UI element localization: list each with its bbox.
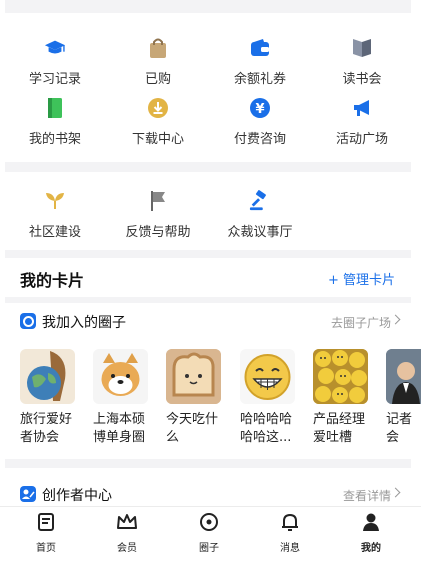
grid-item-community[interactable]: 社区建设	[7, 190, 103, 240]
grid-label: 我的书架	[28, 132, 81, 147]
person-icon	[360, 512, 382, 536]
circle-name: 产品经理爱吐槽	[313, 412, 366, 445]
circles-badge-icon	[20, 313, 36, 329]
grid-item-feedback[interactable]: 反馈与帮助	[110, 190, 206, 240]
circles-title: 我加入的圈子	[42, 315, 126, 331]
grid-label: 下载中心	[131, 132, 184, 147]
section-separator	[5, 297, 411, 303]
grid-label: 活动广场	[335, 132, 388, 147]
grid-item-balance[interactable]: 余额礼券	[212, 37, 308, 87]
grid-item-paid-consult[interactable]: ¥ 付费咨询	[212, 97, 308, 147]
grid-label: 学习记录	[28, 72, 81, 87]
section-separator	[5, 250, 411, 258]
circle-icon	[198, 512, 220, 536]
circle-item[interactable]: 上海本硕博单身圈	[93, 349, 155, 447]
home-doc-icon	[36, 512, 56, 536]
megaphone-icon	[351, 97, 373, 119]
creator-center-title: 创作者中心	[42, 488, 112, 504]
tab-label: 会员	[117, 543, 137, 554]
laughing-emoji	[240, 349, 295, 404]
grid-label: 付费咨询	[233, 132, 286, 147]
chevron-right-icon	[390, 487, 401, 498]
circle-name: 记者会	[386, 412, 413, 445]
grid-item-council[interactable]: 众裁议事厅	[212, 190, 308, 240]
grid-item-download[interactable]: 下载中心	[110, 97, 206, 147]
reporter-photo	[386, 349, 421, 404]
circle-name: 旅行爱好者协会	[20, 412, 73, 445]
tab-member[interactable]: 会员	[92, 512, 162, 554]
circle-name: 今天吃什么	[166, 412, 219, 445]
gavel-icon	[249, 190, 271, 212]
yen-coin-icon: ¥	[249, 97, 271, 119]
grid-item-book-club[interactable]: 读书会	[314, 37, 410, 87]
circle-name: 上海本硕博单身圈	[93, 412, 146, 445]
creator-details-link[interactable]: 查看详情	[343, 487, 391, 504]
graduation-cap-icon	[44, 37, 66, 59]
circle-item[interactable]: 记者会	[386, 349, 421, 447]
tab-circle[interactable]: 圈子	[174, 512, 244, 554]
grid-item-purchased[interactable]: 已购	[110, 37, 206, 87]
bell-icon	[279, 512, 301, 536]
grid-label: 读书会	[342, 72, 382, 87]
open-book-icon	[351, 37, 373, 59]
creator-badge-icon	[20, 486, 36, 502]
tab-home[interactable]: 首页	[11, 512, 81, 554]
grid-item-bookshelf[interactable]: 我的书架	[7, 97, 103, 147]
tab-label: 圈子	[199, 543, 219, 554]
circle-item[interactable]: 今天吃什么	[166, 349, 228, 447]
tab-mine[interactable]: 我的	[336, 512, 406, 554]
tab-label: 首页	[36, 543, 56, 554]
crown-icon	[116, 512, 138, 536]
circle-item[interactable]: 哈哈哈哈哈哈这...	[240, 349, 302, 447]
tab-label: 我的	[361, 543, 381, 554]
svg-text:¥: ¥	[255, 102, 264, 117]
grid-item-activity[interactable]: 活动广场	[314, 97, 410, 147]
chevron-right-icon	[390, 314, 401, 325]
circle-name: 哈哈哈哈哈哈这...	[240, 412, 293, 445]
my-cards-title: 我的卡片	[20, 271, 85, 290]
sprout-icon	[44, 190, 66, 212]
toast-cat-illustration	[166, 349, 221, 404]
circle-item[interactable]: 旅行爱好者协会	[20, 349, 82, 447]
shopping-bag-icon	[147, 37, 169, 59]
section-separator	[5, 459, 411, 468]
shiba-dog-illustration	[93, 349, 148, 404]
manage-cards-button[interactable]: + 管理卡片	[328, 269, 395, 288]
grid-item-study-record[interactable]: 学习记录	[7, 37, 103, 87]
globe-illustration	[20, 349, 75, 404]
flag-icon	[147, 190, 169, 212]
bookshelf-icon	[44, 97, 66, 119]
emoji-balls-photo	[313, 349, 368, 404]
circles-plaza-link[interactable]: 去圈子广场	[331, 314, 391, 331]
wallet-icon	[249, 37, 271, 59]
grid-label: 反馈与帮助	[125, 225, 191, 240]
circle-item[interactable]: 产品经理爱吐槽	[313, 349, 375, 447]
top-separator	[5, 0, 411, 13]
download-icon	[147, 97, 169, 119]
grid-label: 余额礼券	[233, 72, 286, 87]
tab-messages[interactable]: 消息	[255, 512, 325, 554]
grid-label: 已购	[144, 72, 171, 87]
grid-label: 社区建设	[28, 225, 81, 240]
section-separator	[5, 162, 411, 172]
tab-label: 消息	[280, 543, 300, 554]
grid-label: 众裁议事厅	[227, 225, 293, 240]
